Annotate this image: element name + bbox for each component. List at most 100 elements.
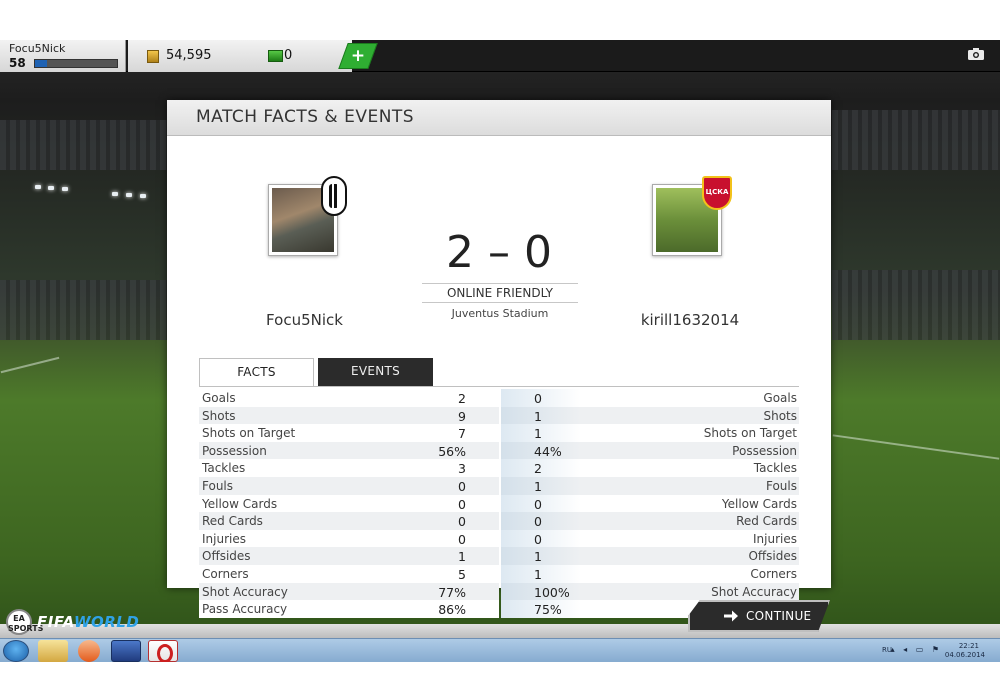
stat-away-side: 0 Injuries [501,529,799,548]
media-player-icon[interactable] [78,640,100,662]
pitch-line [0,356,60,374]
stat-away-side: 1 Shots [501,406,799,425]
stat-row: Yellow Cards 0 0 Yellow Cards [199,494,799,513]
stat-label-home: Goals [202,391,236,405]
match-score: 2 – 0 [446,227,552,278]
stat-label-away: Corners [750,566,797,581]
away-player-name: kirill1632014 [640,311,740,329]
stat-value-away: 1 [534,408,542,424]
player-name: Focu5Nick [9,42,66,55]
stat-away-side: 1 Offsides [501,547,799,565]
fifa-world-taskbar-icon[interactable] [111,640,141,662]
stat-home-side: Offsides 1 [199,547,499,565]
stat-away-side: 0 Goals [501,389,799,407]
fifa-world-logo: EA SPORTS FIFAWORLD [0,606,140,636]
stat-away-side: 2 Tackles [501,459,799,477]
stat-row: Shots on Target 7 1 Shots on Target [199,424,799,442]
stat-label-away: Injuries [753,531,797,546]
stat-row: Red Cards 0 0 Red Cards [199,512,799,530]
coins-value: 54,595 [166,48,212,63]
stat-home-side: Shots on Target 7 [199,424,499,442]
clock-time[interactable]: 22:21 [959,642,979,650]
opera-browser-icon[interactable] [148,640,178,662]
fifa-wordmark: FIFA [37,613,74,631]
stat-row: Offsides 1 1 Offsides [199,547,799,565]
stat-home-side: Shot Accuracy 77% [199,582,499,601]
stat-label-away: Shots [763,408,797,423]
coins-balance: 54,595 [128,40,262,72]
tab-events[interactable]: EVENTS [318,358,433,386]
player-info[interactable]: Focu5Nick 58 [0,40,126,72]
stat-row: Shot Accuracy 77% 100% Shot Accuracy [199,582,799,601]
stat-away-side: 0 Yellow Cards [501,494,799,513]
stat-away-side: 1 Fouls [501,476,799,495]
stat-value-away: 75% [534,602,562,618]
match-facts-panel: MATCH FACTS & EVENTS Focu5Nick 2 – 0 ONL… [167,100,831,618]
stat-label-home: Shots on Target [202,426,296,441]
ea-sports-logo: EA SPORTS [6,609,43,635]
tabs-divider [199,386,799,387]
folder-icon[interactable] [38,640,68,662]
stadium-name: Juventus Stadium [451,307,549,320]
coins-icon [147,50,159,63]
system-tray-icons[interactable]: ▴ ◂ ▭ ⚑ [891,645,942,654]
pitch-line [832,434,1000,460]
stat-home-side: Corners 5 [199,564,499,583]
panel-title: MATCH FACTS & EVENTS [196,107,415,127]
bottom-strip [0,624,1000,638]
stat-home-side: Injuries 0 [199,529,499,548]
player-level: 58 [9,56,26,70]
stat-value-home: 5 [458,566,466,582]
floodlight [62,187,68,191]
stat-row: Corners 5 1 Corners [199,564,799,583]
stat-home-side: Goals 2 [199,389,499,407]
stat-home-side: Red Cards 0 [199,512,499,530]
stat-value-away: 0 [534,391,542,406]
stat-row: Goals 2 0 Goals [199,389,799,407]
floodlight [126,193,132,197]
stat-label-home: Possession [202,443,267,458]
stat-value-home: 77% [438,584,466,600]
stat-label-away: Shots on Target [703,426,797,441]
top-bar: Focu5Nick 58 54,595 0 + [0,40,1000,72]
windows-taskbar: RU ▴ ◂ ▭ ⚑ 22:21 04.06.2014 [0,638,1000,662]
match-type: ONLINE FRIENDLY [422,283,578,303]
stat-away-side: 100% Shot Accuracy [501,582,799,601]
stat-value-home: 9 [458,408,466,424]
stat-label-home: Injuries [202,531,246,546]
stat-label-away: Offsides [748,549,797,564]
stat-value-away: 1 [534,549,542,565]
floodlight [140,194,146,198]
stat-label-away: Red Cards [736,514,797,529]
cska-crest-icon: ЦСКА [702,176,732,210]
stat-label-away: Goals [763,391,797,405]
start-button[interactable] [3,640,29,662]
home-player-name: Focu5Nick [266,311,343,329]
add-fifa-points-button[interactable]: + [338,43,378,69]
tab-facts[interactable]: FACTS [199,358,314,386]
fifa-points-icon [268,50,283,62]
panel-header: MATCH FACTS & EVENTS [167,100,831,136]
clock-date[interactable]: 04.06.2014 [945,651,985,659]
stat-label-away: Tackles [753,461,797,476]
camera-icon[interactable] [968,48,984,60]
stat-away-side: 1 Corners [501,564,799,583]
fifa-points-value: 0 [284,48,293,63]
cska-crest-label: ЦСКА [705,188,729,196]
world-wordmark: WORLD [73,613,140,631]
stat-home-side: Fouls 0 [199,476,499,495]
floodlight [112,192,118,196]
stat-value-home: 86% [438,602,466,618]
game-screen: Focu5Nick 58 54,595 0 + MATCH FACTS & EV… [0,40,1000,662]
stat-value-away: 0 [534,514,542,530]
stat-value-home: 0 [458,478,466,494]
stat-value-home: 0 [458,531,466,547]
stat-value-home: 0 [458,496,466,512]
stat-row: Tackles 3 2 Tackles [199,459,799,477]
stat-home-side: Tackles 3 [199,459,499,477]
xp-progress-bar [34,59,118,68]
stat-away-side: 1 Shots on Target [501,424,799,442]
stat-label-away: Possession [732,443,797,458]
continue-button[interactable]: CONTINUE [688,600,830,632]
stat-label-home: Fouls [202,478,234,493]
